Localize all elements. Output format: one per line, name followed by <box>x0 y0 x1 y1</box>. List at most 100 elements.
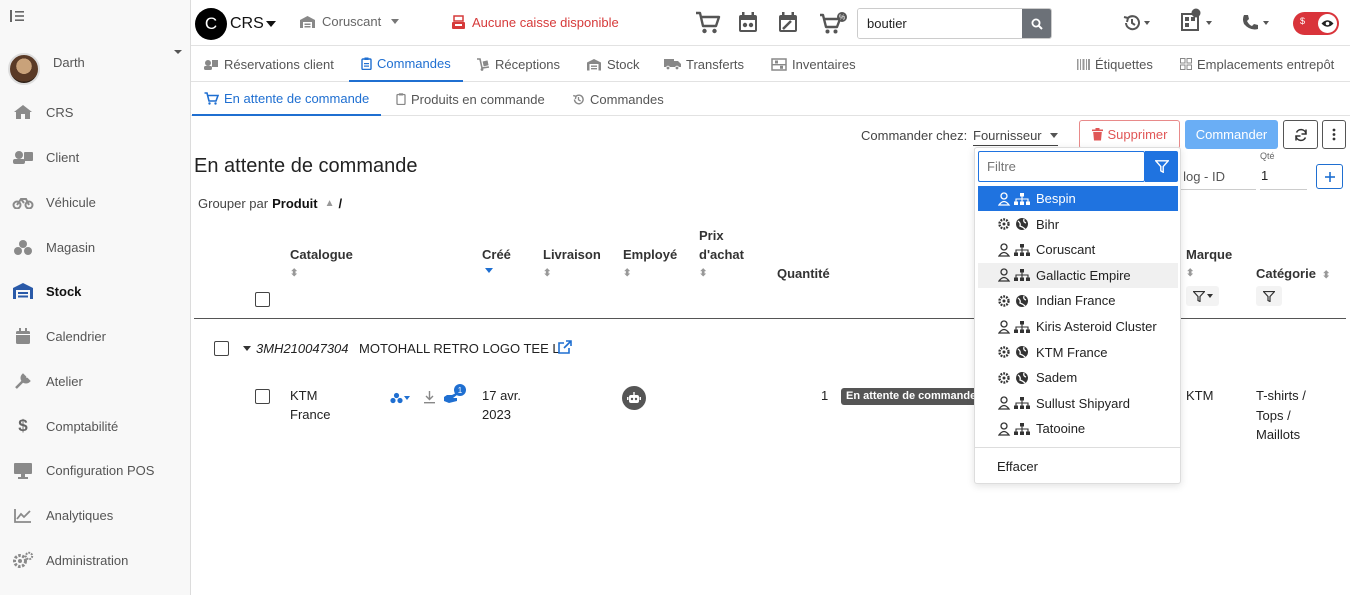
supplier-option[interactable]: Tatooine <box>978 416 1178 441</box>
eye-icon <box>1318 14 1337 33</box>
supplier-option[interactable]: Bihr <box>978 212 1178 237</box>
tab-emplacements-entrepot[interactable]: Emplacements entrepôt <box>1180 46 1334 82</box>
order-from-select[interactable]: Fournisseur <box>973 128 1058 146</box>
group-checkbox[interactable] <box>214 341 229 356</box>
supplier-option[interactable]: Indian France <box>978 288 1178 313</box>
sidebar-item-atelier[interactable]: Atelier <box>0 359 191 403</box>
download-icon[interactable] <box>424 391 435 404</box>
sort-icon: ⬍ <box>623 268 632 279</box>
app-name[interactable]: CRS <box>230 15 264 33</box>
more-options-button[interactable] <box>1322 120 1346 149</box>
refresh-button[interactable] <box>1283 120 1318 149</box>
select-all-checkbox[interactable] <box>255 292 270 307</box>
sidebar-item-stock[interactable]: Stock <box>0 269 191 313</box>
group-toggle-caret-icon[interactable] <box>243 346 251 351</box>
user-avatar[interactable] <box>8 53 40 85</box>
user-name[interactable]: Darth <box>53 55 85 70</box>
subtab-produits-en-commande[interactable]: Produits en commande <box>396 82 545 116</box>
cart-discount-icon[interactable]: % <box>819 11 847 35</box>
sidebar-item-analytiques[interactable]: Analytiques <box>0 493 191 537</box>
supplier-option[interactable]: Coruscant <box>978 237 1178 262</box>
calendar-workshop-icon[interactable] <box>778 11 798 33</box>
header-label: Catalogue <box>290 247 353 262</box>
sort-desc-icon <box>485 268 493 273</box>
header-prix-achat[interactable]: Prix d'achat ⬍ <box>699 226 744 283</box>
user-menu-caret-icon[interactable] <box>174 50 182 54</box>
date-text: 2023 <box>482 407 511 422</box>
sidebar-item-configuration-pos[interactable]: Configuration POS <box>0 448 191 492</box>
supplier-option[interactable]: Kiris Asteroid Cluster <box>978 314 1178 339</box>
app-caret-icon[interactable] <box>266 21 276 27</box>
qr-code-icon[interactable] <box>1180 8 1202 32</box>
logo-letter: C <box>204 14 218 33</box>
sidebar-item-magasin[interactable]: Magasin <box>0 225 191 269</box>
supplier-org-icon <box>998 396 1032 410</box>
order-from-value: Fournisseur <box>973 128 1042 143</box>
marque-filter-button[interactable] <box>1186 286 1219 306</box>
history-icon[interactable] <box>1122 13 1150 33</box>
subtab-label: Produits en commande <box>411 91 545 107</box>
subtab-label: Commandes <box>590 91 664 107</box>
tab-stock[interactable]: Stock <box>586 46 640 82</box>
group-by[interactable]: Grouper par Produit ▲ / <box>198 196 342 211</box>
tab-transferts[interactable]: Transferts <box>664 46 744 82</box>
external-link-icon[interactable] <box>558 340 572 354</box>
tab-receptions[interactable]: Réceptions <box>476 46 560 82</box>
sidebar-item-administration[interactable]: Administration <box>0 538 191 582</box>
cash-register-status[interactable]: Aucune caisse disponible <box>451 15 619 30</box>
header-livraison[interactable]: Livraison ⬍ <box>543 245 601 283</box>
categorie-filter-button[interactable] <box>1256 286 1282 306</box>
supplier-option[interactable]: Sadem <box>978 365 1178 390</box>
add-item-button[interactable] <box>1316 164 1343 189</box>
search-button[interactable] <box>1022 9 1051 38</box>
category-text: Maillots <box>1256 427 1301 442</box>
sidebar-item-comptabilite[interactable]: $ Comptabilité <box>0 404 191 448</box>
sidebar-item-client[interactable]: Client <box>0 135 191 179</box>
tab-label: Réservations client <box>224 56 334 72</box>
supplier-menu-icon[interactable] <box>390 392 410 404</box>
order-button[interactable]: Commander <box>1185 120 1278 149</box>
supplier-option[interactable]: KTM France <box>978 340 1178 365</box>
calendar-booking-icon[interactable] <box>738 11 758 33</box>
supplier-option-label: Sadem <box>1036 370 1078 386</box>
store-name: Coruscant <box>322 14 382 29</box>
visibility-toggle[interactable]: $ <box>1293 12 1339 35</box>
header-categorie[interactable]: Catégorie ⬍ <box>1256 264 1330 285</box>
supplier-filter-input[interactable] <box>978 151 1145 182</box>
qty-input[interactable]: 1 <box>1260 168 1307 190</box>
sidebar-item-label: Atelier <box>46 373 83 389</box>
header-marque[interactable]: Marque ⬍ <box>1186 245 1232 283</box>
header-catalogue[interactable]: Catalogue ⬍ <box>290 245 353 283</box>
header-label: d'achat <box>699 247 744 262</box>
subtab-commandes[interactable]: Commandes <box>572 82 664 116</box>
catalogue-text: KTM <box>290 388 318 403</box>
tab-inventaires[interactable]: Inventaires <box>771 46 856 82</box>
sidebar-item-vehicule[interactable]: Véhicule <box>0 180 191 224</box>
sidebar-item-label: Calendrier <box>46 328 106 344</box>
app-logo[interactable]: C <box>195 8 227 40</box>
tab-reservations-client[interactable]: Réservations client <box>203 46 334 82</box>
store-selector[interactable]: Coruscant <box>299 14 400 29</box>
qr-menu-caret-icon[interactable] <box>1206 21 1212 25</box>
row-checkbox[interactable] <box>255 389 270 404</box>
cart-icon[interactable] <box>695 11 721 35</box>
supplier-filter-button[interactable] <box>1145 151 1178 182</box>
tab-commandes[interactable]: Commandes <box>349 46 463 82</box>
search-icon <box>1031 18 1043 30</box>
phone-icon[interactable] <box>1240 13 1269 33</box>
clear-filter-button[interactable]: Effacer <box>997 459 1038 474</box>
subtab-en-attente[interactable]: En attente de commande <box>192 82 382 116</box>
supplier-option[interactable]: Bespin <box>978 186 1178 211</box>
supplier-option[interactable]: Sullust Shipyard <box>978 391 1178 416</box>
sidebar-item-crs[interactable]: CRS <box>0 90 191 134</box>
search-input[interactable] <box>858 9 1023 38</box>
header-employe[interactable]: Employé ⬍ <box>623 245 677 283</box>
group-sku: 3MH210047304 <box>256 341 349 356</box>
delete-button[interactable]: Supprimer <box>1079 120 1180 149</box>
supplier-option[interactable]: Gallactic Empire <box>978 262 1178 288</box>
trash-icon <box>1091 128 1103 141</box>
tab-etiquettes[interactable]: Étiquettes <box>1077 46 1153 82</box>
sidebar-item-calendrier[interactable]: Calendrier <box>0 314 191 358</box>
header-cree[interactable]: Créé <box>482 245 511 273</box>
collapse-menu-icon[interactable] <box>10 10 24 22</box>
